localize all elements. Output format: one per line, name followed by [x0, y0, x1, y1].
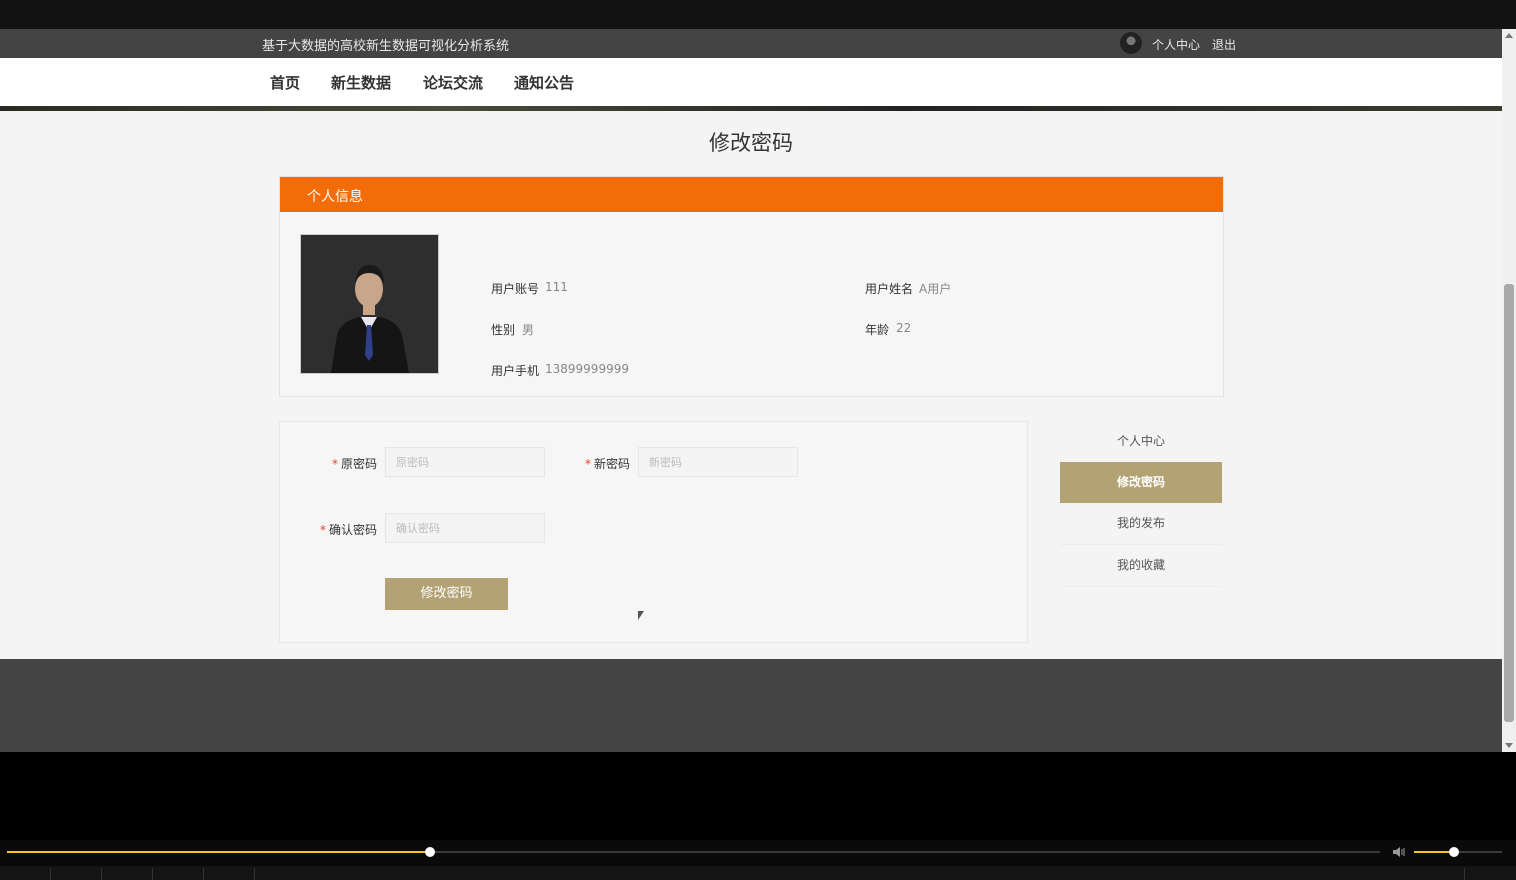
- logout-link[interactable]: 退出: [1212, 36, 1236, 53]
- volume-icon[interactable]: [1392, 846, 1406, 858]
- taskbar: [0, 866, 1516, 880]
- seek-handle[interactable]: [424, 847, 435, 857]
- side-item-change-password[interactable]: 修改密码: [1060, 462, 1222, 503]
- old-password-label-text: 原密码: [340, 457, 377, 471]
- page-scrollbar[interactable]: [1502, 29, 1516, 752]
- new-password-label: * 新密码: [570, 455, 630, 472]
- change-password-form: * 原密码 * 新密码 * 确认密码 修改密码: [279, 421, 1028, 643]
- change-password-button[interactable]: 修改密码: [385, 578, 508, 610]
- confirm-password-label: * 确认密码: [305, 521, 377, 538]
- required-mark: *: [319, 523, 326, 537]
- top-bar: 基于大数据的高校新生数据可视化分析系统 个人中心 退出: [0, 29, 1502, 58]
- nav-item-freshman-data[interactable]: 新生数据: [331, 72, 391, 93]
- person-silhouette-icon: [301, 235, 438, 373]
- volume-slider[interactable]: [1414, 847, 1502, 857]
- volume-handle[interactable]: [1448, 847, 1459, 857]
- site-title: 基于大数据的高校新生数据可视化分析系统: [262, 39, 510, 54]
- seek-bar[interactable]: [7, 847, 1380, 857]
- profile-section-title: 个人信息: [307, 189, 363, 205]
- main-nav: 首页 新生数据 论坛交流 通知公告: [0, 58, 1502, 106]
- account-label: 用户账号: [491, 282, 540, 296]
- new-password-input[interactable]: [638, 447, 798, 477]
- name-label: 用户姓名: [865, 282, 914, 296]
- user-center-link[interactable]: 个人中心: [1152, 36, 1200, 53]
- gender-label: 性别: [491, 323, 516, 337]
- profile-panel-header: 个人信息: [280, 177, 1223, 212]
- page-title: 修改密码: [709, 131, 793, 155]
- phone-value: 13899999999: [545, 362, 629, 376]
- video-player-controls: [0, 840, 1516, 880]
- nav-item-notices[interactable]: 通知公告: [514, 72, 574, 93]
- nav-item-forum[interactable]: 论坛交流: [423, 72, 483, 93]
- scrollbar-thumb[interactable]: [1504, 284, 1514, 722]
- side-item-user-center[interactable]: 个人中心: [1060, 421, 1222, 463]
- age-value: 22: [896, 321, 912, 335]
- new-password-label-text: 新密码: [593, 457, 630, 471]
- phone-label: 用户手机: [491, 364, 540, 378]
- old-password-label: * 原密码: [320, 455, 377, 472]
- mouse-cursor-icon: [638, 611, 644, 620]
- letterbox-top: [0, 0, 1516, 29]
- required-mark: *: [584, 457, 591, 471]
- page-footer: [0, 659, 1502, 752]
- profile-panel: 个人信息 用户账号 111 用户姓名 A用户 性别 男 年龄 22 用户手机 1…: [279, 176, 1224, 397]
- browser-viewport: 基于大数据的高校新生数据可视化分析系统 个人中心 退出 首页 新生数据 论坛交流…: [0, 29, 1502, 752]
- gender-value: 男: [522, 323, 535, 337]
- scroll-down-arrow-icon[interactable]: [1505, 743, 1513, 748]
- confirm-password-input[interactable]: [385, 513, 545, 543]
- user-avatar[interactable]: [1120, 32, 1142, 54]
- name-value: A用户: [919, 282, 952, 296]
- age-label: 年龄: [865, 323, 890, 337]
- side-item-my-favorites[interactable]: 我的收藏: [1060, 545, 1222, 587]
- old-password-input[interactable]: [385, 447, 545, 477]
- confirm-password-label-text: 确认密码: [328, 523, 377, 537]
- required-mark: *: [331, 457, 338, 471]
- scroll-up-arrow-icon[interactable]: [1505, 33, 1513, 38]
- side-item-my-posts[interactable]: 我的发布: [1060, 503, 1222, 545]
- banner-strip: [0, 106, 1502, 111]
- volume-level: [1414, 851, 1454, 853]
- nav-item-home[interactable]: 首页: [270, 72, 300, 93]
- profile-photo: [300, 234, 439, 374]
- seek-progress: [7, 851, 430, 853]
- account-value: 111: [545, 280, 568, 294]
